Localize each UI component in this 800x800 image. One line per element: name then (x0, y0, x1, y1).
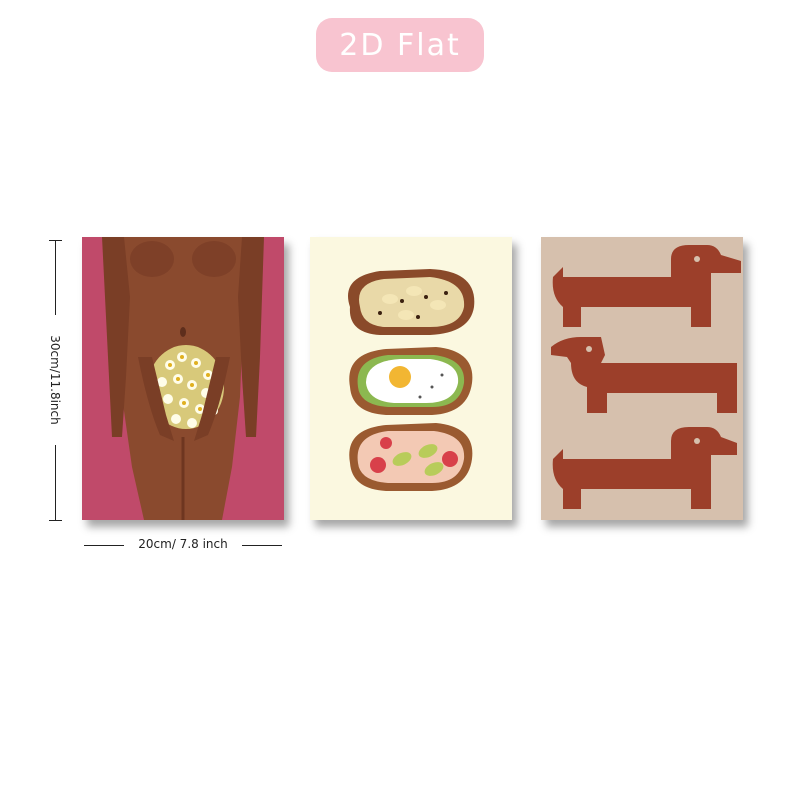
toast-tomato-avocado (349, 423, 473, 491)
width-label: 20cm/ 7.8 inch (138, 537, 228, 551)
toast-banana (348, 269, 475, 335)
width-dimension: 20cm/ 7.8 inch (82, 535, 284, 555)
style-badge: 2D Flat (316, 18, 484, 72)
toast-egg-avocado (349, 347, 473, 415)
dachshund-illustration (541, 237, 743, 520)
poster-dachshunds (541, 237, 743, 520)
poster-toasts (310, 237, 512, 520)
height-label: 30cm/11.8inch (48, 315, 62, 445)
height-dimension: 30cm/11.8inch (40, 240, 70, 521)
height-dimension-bottom-cap (49, 520, 62, 521)
width-dimension-line-right (242, 545, 282, 546)
toasts-illustration (310, 237, 512, 520)
width-dimension-line-left (84, 545, 124, 546)
poster-figure (82, 237, 284, 520)
figure-illustration (82, 237, 284, 520)
